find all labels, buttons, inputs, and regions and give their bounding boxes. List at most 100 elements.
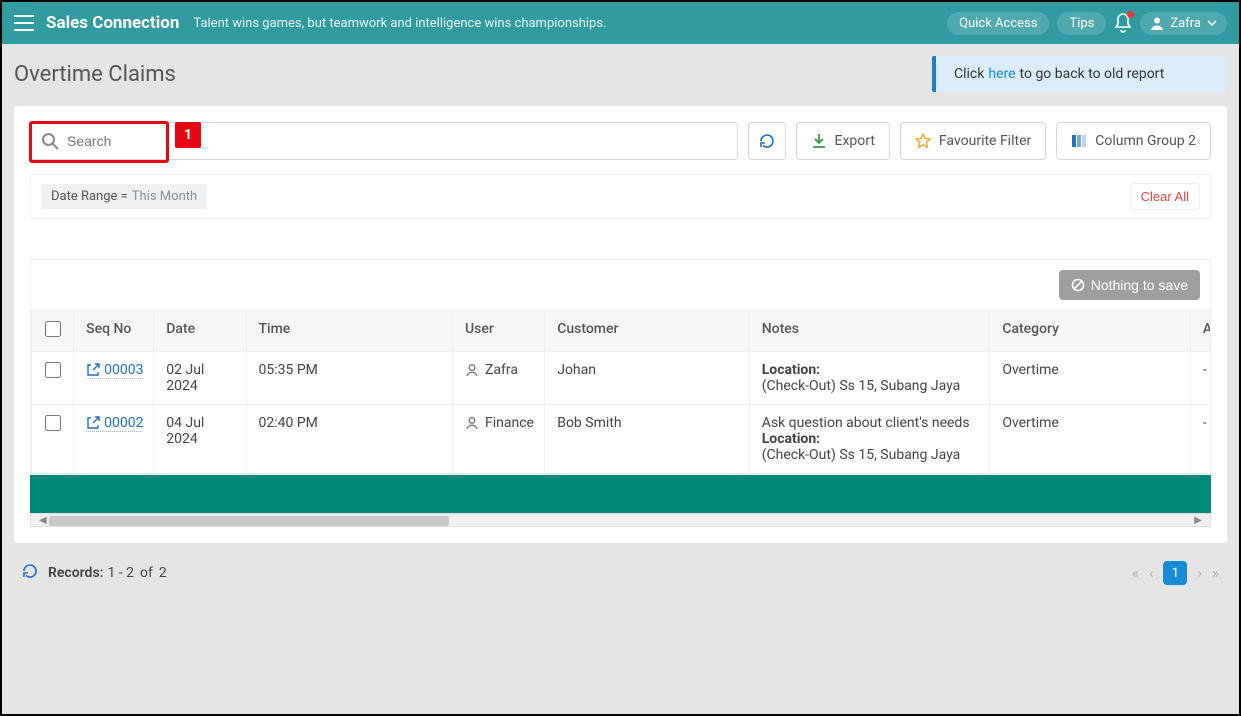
col-seq[interactable]: Seq No [74,311,154,352]
user-icon [1150,16,1164,30]
pager-prev-icon[interactable]: ‹ [1149,564,1154,582]
cell-customer: Bob Smith [545,405,750,474]
row-checkbox[interactable] [45,415,61,431]
username-label: Zafra [1170,16,1201,31]
data-grid: Seq No Date Time User Customer Notes Cat… [30,310,1211,475]
scroll-right-icon[interactable]: ▶ [1194,515,1202,526]
col-user[interactable]: User [453,311,545,352]
col-time[interactable]: Time [246,311,453,352]
pager-first-icon[interactable]: « [1132,564,1139,582]
seq-value: 00002 [104,415,143,431]
clear-all-button[interactable]: Clear All [1130,183,1200,210]
table-row: 00003 02 Jul 2024 05:35 PM Zafra Johan [32,352,1212,405]
cell-category: Overtime [990,352,1190,405]
forbidden-icon [1071,278,1085,292]
pager-last-icon[interactable]: » [1212,564,1219,582]
brand-name: Sales Connection [46,13,179,33]
records-range: 1 - 2 [107,565,134,581]
cell-notes: Location: (Check-Out) Ss 15, Subang Jaya [749,352,990,405]
cell-date: 04 Jul 2024 [154,405,246,474]
open-icon [86,363,100,377]
tips-button[interactable]: Tips [1057,12,1106,35]
page-title: Overtime Claims [14,62,176,87]
user-menu[interactable]: Zafra [1140,12,1227,35]
records-total: 2 [159,565,167,581]
records-of: of [140,565,153,581]
col-notes[interactable]: Notes [749,311,990,352]
banner-link[interactable]: here [988,66,1015,82]
search-wrap: 1 [30,122,738,160]
col-customer[interactable]: Customer [545,311,750,352]
star-icon [915,133,931,149]
summary-strip [30,475,1211,513]
main-card: 1 Export Favourite Filter Column Group 2… [14,106,1227,543]
column-group-button[interactable]: Column Group 2 [1056,122,1211,160]
search-input[interactable] [59,123,727,159]
seq-link[interactable]: 00002 [86,415,143,432]
scroll-left-icon[interactable]: ◀ [39,515,47,526]
user-icon [465,416,479,430]
old-report-banner: Click here to go back to old report [932,56,1227,92]
export-button[interactable]: Export [796,122,890,160]
notes-loc-value: (Check-Out) Ss 15, Subang Jaya [762,378,961,394]
seq-value: 00003 [104,362,143,378]
cell-time: 05:35 PM [246,352,453,405]
date-range-label: Date Range = [51,189,128,204]
save-label: Nothing to save [1091,277,1188,293]
download-icon [811,133,827,149]
tagline: Talent wins games, but teamwork and inte… [193,16,947,31]
nothing-to-save-button: Nothing to save [1059,270,1200,300]
table-row: 00002 04 Jul 2024 02:40 PM Finance Bob S… [32,405,1212,474]
pager-current-page[interactable]: 1 [1163,561,1187,585]
search-icon [41,132,59,150]
col-category[interactable]: Category [990,311,1190,352]
table-header-row: Seq No Date Time User Customer Notes Cat… [32,311,1212,352]
cell-notes: Ask question about client's needs Locati… [749,405,990,474]
cell-date: 02 Jul 2024 [154,352,246,405]
annotation-callout: 1 [175,122,201,148]
pager-controls: « ‹ 1 › » [1132,561,1219,585]
cell-extra: - [1190,352,1211,405]
pager-next-icon[interactable]: › [1197,564,1202,582]
banner-post: to go back to old report [1020,66,1165,82]
columns-icon [1071,133,1087,149]
favourite-filter-button[interactable]: Favourite Filter [900,122,1046,160]
notifications-icon[interactable] [1114,13,1132,33]
date-range-chip[interactable]: Date Range = This Month [41,184,207,209]
notes-loc-label: Location: [762,431,820,447]
quick-access-button[interactable]: Quick Access [947,12,1049,35]
banner-pre: Click [954,66,984,82]
col-extra[interactable]: A [1190,311,1211,352]
scroll-thumb[interactable] [49,516,449,526]
export-label: Export [835,133,875,149]
menu-icon[interactable] [14,15,34,31]
pager-refresh-icon[interactable] [22,563,38,583]
notes-pre: Ask question about client's needs [762,415,970,431]
notification-dot-icon [1127,11,1134,18]
notes-loc-value: (Check-Out) Ss 15, Subang Jaya [762,447,961,463]
pager: Records: 1 - 2 of 2 « ‹ 1 › » [14,543,1227,585]
cell-user: Zafra [485,362,518,378]
refresh-button[interactable] [748,122,786,160]
column-group-label: Column Group 2 [1095,133,1196,149]
open-icon [86,416,100,430]
date-range-value: This Month [132,189,197,204]
refresh-icon [759,133,775,149]
chevron-down-icon [1207,20,1217,26]
cell-category: Overtime [990,405,1190,474]
page-header: Overtime Claims Click here to go back to… [14,56,1227,92]
horizontal-scrollbar[interactable]: ◀ ▶ [30,513,1211,527]
cell-user: Finance [485,415,534,431]
topbar-actions: Quick Access Tips Zafra [947,12,1227,35]
notes-loc-label: Location: [762,362,820,378]
cell-extra: - [1190,405,1211,474]
col-date[interactable]: Date [154,311,246,352]
row-checkbox[interactable] [45,362,61,378]
records-label: Records: [48,565,103,581]
favourite-label: Favourite Filter [939,133,1031,149]
select-all-checkbox[interactable] [45,321,61,337]
seq-link[interactable]: 00003 [86,362,143,379]
toolbar: 1 Export Favourite Filter Column Group 2 [30,122,1211,160]
topbar: Sales Connection Talent wins games, but … [2,2,1239,44]
user-icon [465,363,479,377]
